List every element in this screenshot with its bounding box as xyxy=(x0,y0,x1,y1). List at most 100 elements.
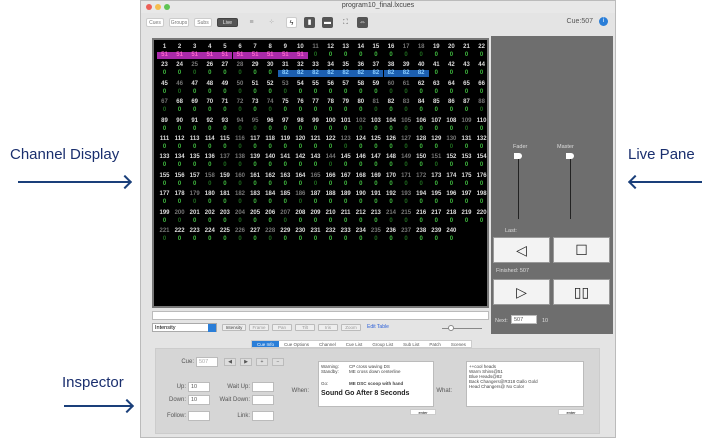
channel-cell[interactable]: 72 0 xyxy=(233,99,248,114)
go-button[interactable]: ▷ xyxy=(493,279,550,305)
channel-cell[interactable]: 67 0 xyxy=(157,99,172,114)
channel-cell[interactable]: 78 0 xyxy=(323,99,338,114)
channel-cell[interactable]: 151 0 xyxy=(429,154,444,169)
channel-cell[interactable]: 162 0 xyxy=(263,173,278,188)
what-box[interactable]: ++cool heads Warm Shins@51 Blue Heads@82… xyxy=(466,361,584,407)
previous-cue-button[interactable]: ◀ xyxy=(224,358,236,366)
channel-cell[interactable]: 217 0 xyxy=(429,210,444,225)
channel-cell[interactable]: 65 0 xyxy=(459,81,474,96)
next-cue-button[interactable]: ▶ xyxy=(240,358,252,366)
channel-cell[interactable]: 77 0 xyxy=(308,99,323,114)
channel-cell[interactable]: 124 0 xyxy=(353,136,368,151)
channel-cell[interactable]: 112 0 xyxy=(172,136,187,151)
channel-cell[interactable]: 191 0 xyxy=(368,191,383,206)
channel-cell[interactable]: 163 0 xyxy=(278,173,293,188)
wait-down-input[interactable] xyxy=(252,395,274,405)
channel-cell[interactable]: 152 0 xyxy=(444,154,459,169)
channel-cell[interactable]: 75 0 xyxy=(278,99,293,114)
channel-cell[interactable]: 57 0 xyxy=(338,81,353,96)
channel-cell[interactable]: 193 0 xyxy=(399,191,414,206)
mode-subs[interactable]: Subs xyxy=(194,18,212,27)
channel-cell[interactable]: 46 0 xyxy=(172,81,187,96)
channel-cell[interactable]: 218 0 xyxy=(444,210,459,225)
channel-cell[interactable]: 28 0 xyxy=(233,62,248,77)
channel-cell[interactable]: 107 0 xyxy=(429,118,444,133)
list-icon[interactable]: ≡ xyxy=(246,17,257,28)
channel-cell[interactable]: 61 0 xyxy=(399,81,414,96)
channel-cell[interactable]: 13 0 xyxy=(338,44,353,59)
down-input[interactable]: 10 xyxy=(188,395,210,405)
channel-cell[interactable]: 92 0 xyxy=(202,118,217,133)
channel-cell[interactable]: 165 0 xyxy=(308,173,323,188)
channel-cell[interactable]: 158 0 xyxy=(202,173,217,188)
channel-cell[interactable]: 100 0 xyxy=(323,118,338,133)
channel-cell[interactable]: 39 82 xyxy=(398,62,414,78)
channel-cell[interactable]: 234 0 xyxy=(353,228,368,243)
channel-cell[interactable]: 24 0 xyxy=(172,62,187,77)
channel-cell[interactable]: 200 0 xyxy=(172,210,187,225)
channel-cell[interactable]: 203 0 xyxy=(217,210,232,225)
channel-cell[interactable]: 140 0 xyxy=(263,154,278,169)
channel-cell[interactable]: 36 82 xyxy=(353,62,369,78)
channel-cell[interactable]: 226 0 xyxy=(233,228,248,243)
channel-cell[interactable]: 4 51 xyxy=(202,44,218,59)
channel-cell[interactable]: 186 0 xyxy=(293,191,308,206)
channel-cell[interactable]: 205 0 xyxy=(248,210,263,225)
channel-cell[interactable]: 19 0 xyxy=(429,44,444,59)
tab-cue-info[interactable]: Cue Info xyxy=(252,341,280,347)
channel-cell[interactable]: 94 0 xyxy=(233,118,248,133)
channel-cell[interactable]: 31 82 xyxy=(277,62,293,78)
channel-cell[interactable]: 211 0 xyxy=(338,210,353,225)
channel-cell[interactable]: 30 0 xyxy=(263,62,278,77)
channel-cell[interactable]: 168 0 xyxy=(353,173,368,188)
channel-cell[interactable]: 214 0 xyxy=(384,210,399,225)
channel-cell[interactable]: 37 82 xyxy=(368,62,384,78)
channel-cell[interactable]: 160 0 xyxy=(233,173,248,188)
channel-cell[interactable]: 136 0 xyxy=(202,154,217,169)
channel-cell[interactable]: 25 0 xyxy=(187,62,202,77)
tab-sub-list[interactable]: Sub List xyxy=(398,341,424,347)
channel-cell[interactable]: 106 0 xyxy=(414,118,429,133)
channel-cell[interactable]: 41 0 xyxy=(429,62,444,77)
channel-cell[interactable]: 232 0 xyxy=(323,228,338,243)
link-input[interactable] xyxy=(252,411,274,421)
channel-cell[interactable]: 222 0 xyxy=(172,228,187,243)
channel-cell[interactable]: 138 0 xyxy=(233,154,248,169)
channel-cell[interactable]: 81 0 xyxy=(368,99,383,114)
channel-cell[interactable]: 113 0 xyxy=(187,136,202,151)
channel-cell[interactable]: 235 0 xyxy=(368,228,383,243)
channel-cell[interactable]: 206 0 xyxy=(263,210,278,225)
channel-cell[interactable]: 98 0 xyxy=(293,118,308,133)
channel-cell[interactable]: 166 0 xyxy=(323,173,338,188)
channel-cell[interactable]: 126 0 xyxy=(384,136,399,151)
channel-cell[interactable]: 55 0 xyxy=(308,81,323,96)
channel-cell[interactable]: 195 0 xyxy=(429,191,444,206)
channel-cell[interactable]: 60 0 xyxy=(384,81,399,96)
channel-cell[interactable]: 34 82 xyxy=(323,62,339,78)
channel-cell[interactable]: 125 0 xyxy=(368,136,383,151)
channel-cell[interactable]: 237 0 xyxy=(399,228,414,243)
channel-cell[interactable]: 74 0 xyxy=(263,99,278,114)
channel-cell[interactable]: 171 0 xyxy=(399,173,414,188)
channel-cell[interactable]: 227 0 xyxy=(248,228,263,243)
ab-icon[interactable]: ⇔ xyxy=(357,17,368,28)
flash-icon[interactable]: ϟ xyxy=(286,17,297,28)
channel-cell[interactable]: 56 0 xyxy=(323,81,338,96)
channel-cell[interactable]: 198 0 xyxy=(474,191,489,206)
channel-cell[interactable]: 70 0 xyxy=(202,99,217,114)
channel-cell[interactable]: 139 0 xyxy=(248,154,263,169)
channel-cell[interactable]: 131 0 xyxy=(459,136,474,151)
channel-cell[interactable]: 35 82 xyxy=(338,62,354,78)
what-enter-button[interactable]: enter xyxy=(558,409,584,415)
cue-number-input[interactable]: 507 xyxy=(196,357,218,367)
channel-cell[interactable]: 202 0 xyxy=(202,210,217,225)
back-button[interactable]: ◁ xyxy=(493,237,550,263)
channel-cell[interactable]: 146 0 xyxy=(353,154,368,169)
channel-cell[interactable]: 1 51 xyxy=(157,44,172,59)
channel-cell[interactable]: 64 0 xyxy=(444,81,459,96)
master-track[interactable] xyxy=(570,156,571,219)
grid-icon[interactable]: ⁘ xyxy=(266,17,277,28)
mode-live[interactable]: Live xyxy=(217,18,238,27)
channel-cell[interactable]: 142 0 xyxy=(293,154,308,169)
channel-cell[interactable]: 21 0 xyxy=(459,44,474,59)
